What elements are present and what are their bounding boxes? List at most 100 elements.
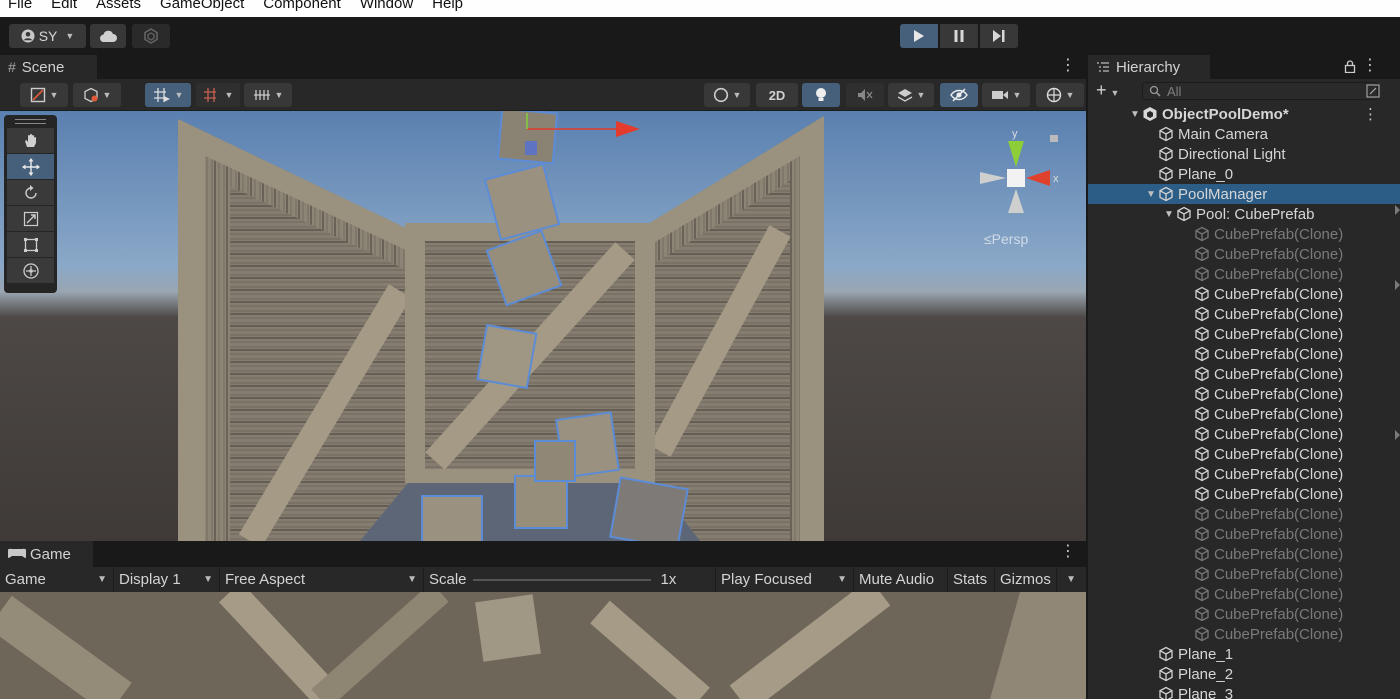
expand-arrow-icon[interactable]: ▼ [1128, 109, 1142, 120]
pause-button[interactable] [940, 24, 978, 48]
menu-edit[interactable]: Edit [51, 0, 77, 11]
orientation-gizmo[interactable]: y x [975, 127, 1065, 247]
menu-window[interactable]: Window [360, 0, 413, 11]
expand-arrow-icon[interactable]: ▼ [1144, 189, 1158, 200]
hierarchy-row[interactable]: CubePrefab(Clone) [1088, 344, 1400, 364]
more-options-icon[interactable]: ⋮ [1060, 58, 1076, 74]
search-options-icon[interactable] [1366, 84, 1380, 98]
hierarchy-search-input[interactable]: All [1142, 82, 1378, 100]
account-dropdown[interactable]: SY ▼ [9, 24, 86, 48]
chevron-down-icon: ▼ [97, 574, 107, 585]
stats-toggle[interactable]: Stats [948, 567, 995, 592]
hierarchy-row[interactable]: CubePrefab(Clone) [1088, 524, 1400, 544]
effects-dropdown[interactable]: ▼ [888, 83, 934, 107]
gameobject-cube-icon [1195, 586, 1209, 602]
hierarchy-row[interactable]: CubePrefab(Clone) [1088, 284, 1400, 304]
hierarchy-row[interactable]: CubePrefab(Clone) [1088, 224, 1400, 244]
aspect-select[interactable]: Free Aspect ▼ [220, 567, 424, 592]
gizmos-dropdown-button[interactable]: ▼ [1057, 567, 1082, 592]
lighting-toggle[interactable] [802, 83, 840, 107]
cloud-icon [100, 30, 117, 42]
draw-mode-dropdown[interactable]: ▼ [20, 83, 68, 107]
collab-button[interactable] [132, 24, 170, 48]
more-options-icon[interactable]: ⋮ [1363, 105, 1378, 123]
hierarchy-row[interactable]: CubePrefab(Clone) [1088, 444, 1400, 464]
play-button[interactable] [900, 24, 938, 48]
hierarchy-row[interactable]: ▼ Pool: CubePrefab [1088, 204, 1400, 224]
projection-label[interactable]: ≤Persp [984, 231, 1028, 247]
gameobject-cube-icon [1195, 486, 1209, 502]
camera-dropdown[interactable]: ▼ [982, 83, 1030, 107]
menu-file[interactable]: File [8, 0, 32, 11]
hierarchy-row[interactable]: Directional Light [1088, 144, 1400, 164]
rect-tool-button[interactable] [7, 232, 54, 257]
tab-scene[interactable]: # Scene [0, 55, 97, 79]
hierarchy-row[interactable]: CubePrefab(Clone) [1088, 244, 1400, 264]
hierarchy-row[interactable]: CubePrefab(Clone) [1088, 604, 1400, 624]
render-mode-dropdown[interactable]: ▼ [73, 83, 121, 107]
hierarchy-row[interactable]: CubePrefab(Clone) [1088, 484, 1400, 504]
gizmos-toggle[interactable]: Gizmos [995, 567, 1057, 592]
menu-gameobject[interactable]: GameObject [160, 0, 244, 11]
gizmos-dropdown[interactable]: ▼ [1036, 83, 1084, 107]
transform-tool-button[interactable] [7, 258, 54, 283]
menu-help[interactable]: Help [432, 0, 463, 11]
game-view-select[interactable]: Game ▼ [0, 567, 114, 592]
hierarchy-row-label: Plane_3 [1178, 685, 1234, 699]
scale-slider[interactable] [472, 578, 651, 581]
step-button[interactable] [980, 24, 1018, 48]
hierarchy-row[interactable]: CubePrefab(Clone) [1088, 464, 1400, 484]
hierarchy-row[interactable]: CubePrefab(Clone) [1088, 544, 1400, 564]
hierarchy-row[interactable]: Main Camera [1088, 124, 1400, 144]
hand-tool-button[interactable] [7, 128, 54, 153]
scene-tabbar: # Scene ⋮ [0, 55, 1086, 79]
hierarchy-row[interactable]: CubePrefab(Clone) [1088, 504, 1400, 524]
lock-icon[interactable] [1344, 60, 1356, 73]
lock-icon[interactable] [1050, 135, 1058, 142]
game-tab-label: Game [30, 545, 71, 563]
hierarchy-row[interactable]: CubePrefab(Clone) [1088, 424, 1400, 444]
play-focused-select[interactable]: Play Focused ▼ [716, 567, 854, 592]
menu-component[interactable]: Component [263, 0, 341, 11]
tab-game[interactable]: Game [0, 541, 93, 567]
increment-snap-dropdown[interactable]: ▼ [244, 83, 292, 107]
expand-arrow-icon[interactable]: ▼ [1162, 209, 1176, 220]
hierarchy-row[interactable]: ▼ PoolManager [1088, 184, 1400, 204]
mute-audio-toggle[interactable]: Mute Audio [854, 567, 948, 592]
game-viewport[interactable] [0, 592, 1086, 699]
hierarchy-row[interactable]: CubePrefab(Clone) [1088, 304, 1400, 324]
display-select[interactable]: Display 1 ▼ [114, 567, 220, 592]
more-options-icon[interactable]: ⋮ [1060, 544, 1076, 560]
scale-tool-button[interactable] [7, 206, 54, 231]
hierarchy-row[interactable]: CubePrefab(Clone) [1088, 624, 1400, 644]
hierarchy-row[interactable]: Plane_1 [1088, 644, 1400, 664]
hierarchy-row[interactable]: CubePrefab(Clone) [1088, 404, 1400, 424]
move-tool-button[interactable] [7, 154, 54, 179]
hierarchy-row[interactable]: CubePrefab(Clone) [1088, 384, 1400, 404]
2d-toggle[interactable]: 2D [756, 83, 798, 107]
scene-viewport[interactable] [0, 111, 1086, 541]
menu-assets[interactable]: Assets [96, 0, 141, 11]
grid-snap-toggle[interactable]: ▼ [145, 83, 191, 107]
hierarchy-row-label: Directional Light [1178, 145, 1286, 163]
visibility-toggle[interactable] [940, 83, 978, 107]
hierarchy-row[interactable]: CubePrefab(Clone) [1088, 564, 1400, 584]
rotate-tool-button[interactable] [7, 180, 54, 205]
snap-increment-dropdown[interactable]: ▼ [196, 83, 240, 107]
drag-handle[interactable] [15, 119, 46, 124]
hierarchy-row[interactable]: CubePrefab(Clone) [1088, 364, 1400, 384]
audio-toggle[interactable] [846, 83, 884, 107]
create-add-button[interactable]: + ▼ [1096, 81, 1119, 102]
hierarchy-row[interactable]: Plane_0 [1088, 164, 1400, 184]
hierarchy-row[interactable]: CubePrefab(Clone) [1088, 324, 1400, 344]
hierarchy-row[interactable]: CubePrefab(Clone) [1088, 584, 1400, 604]
audio-mute-icon [858, 89, 873, 101]
hierarchy-row[interactable]: CubePrefab(Clone) [1088, 264, 1400, 284]
hierarchy-row[interactable]: Plane_3 [1088, 684, 1400, 699]
more-options-icon[interactable]: ⋮ [1362, 58, 1378, 74]
scene-root-row[interactable]: ▼ ObjectPoolDemo* ⋮ [1088, 104, 1400, 124]
scene-view-mode-dropdown[interactable]: ▼ [704, 83, 750, 107]
tab-hierarchy[interactable]: Hierarchy [1088, 55, 1210, 79]
hierarchy-row[interactable]: Plane_2 [1088, 664, 1400, 684]
cloud-button[interactable] [90, 24, 126, 48]
